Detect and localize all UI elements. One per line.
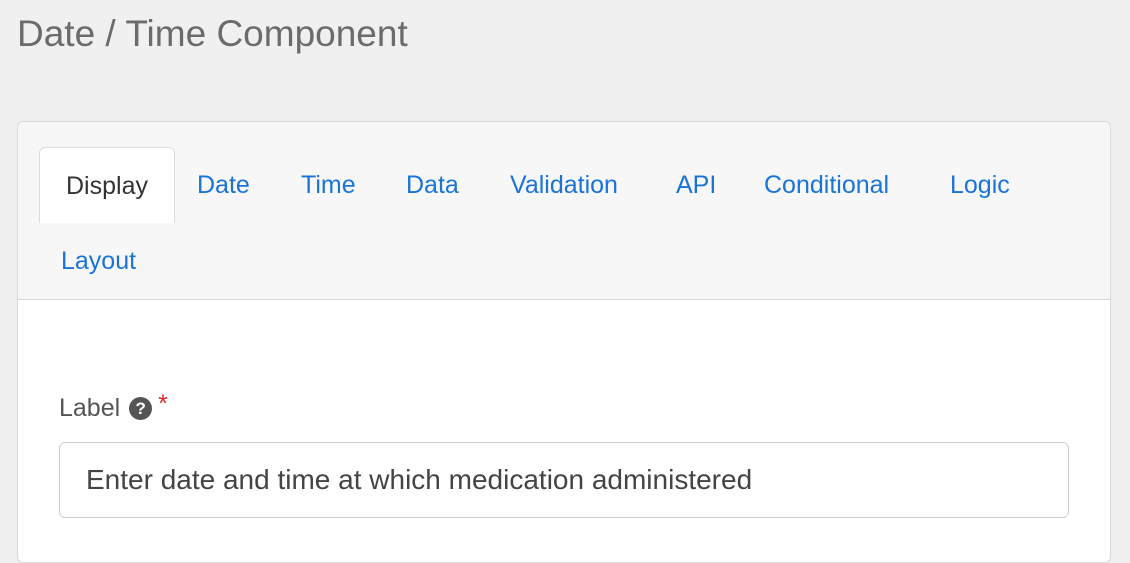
tab-api[interactable]: API <box>676 147 716 223</box>
page-title: Date / Time Component <box>17 13 408 54</box>
label-input[interactable] <box>59 442 1069 518</box>
label-field-text: Label <box>59 394 121 422</box>
required-marker: * <box>158 390 168 418</box>
tab-display[interactable]: Display <box>39 147 175 223</box>
tab-bar: Display Date Time Data Validation API Co… <box>18 122 1110 300</box>
tab-date[interactable]: Date <box>197 147 250 223</box>
tab-data[interactable]: Data <box>406 147 459 223</box>
tab-logic[interactable]: Logic <box>950 147 1010 223</box>
tab-time[interactable]: Time <box>301 147 356 223</box>
tab-validation[interactable]: Validation <box>510 147 618 223</box>
component-settings-card: Display Date Time Data Validation API Co… <box>17 121 1111 563</box>
question-circle-icon[interactable]: ? <box>129 396 153 420</box>
tab-conditional[interactable]: Conditional <box>764 147 889 223</box>
tab-layout[interactable]: Layout <box>61 223 136 299</box>
label-field-label: Label ? * <box>59 390 168 425</box>
